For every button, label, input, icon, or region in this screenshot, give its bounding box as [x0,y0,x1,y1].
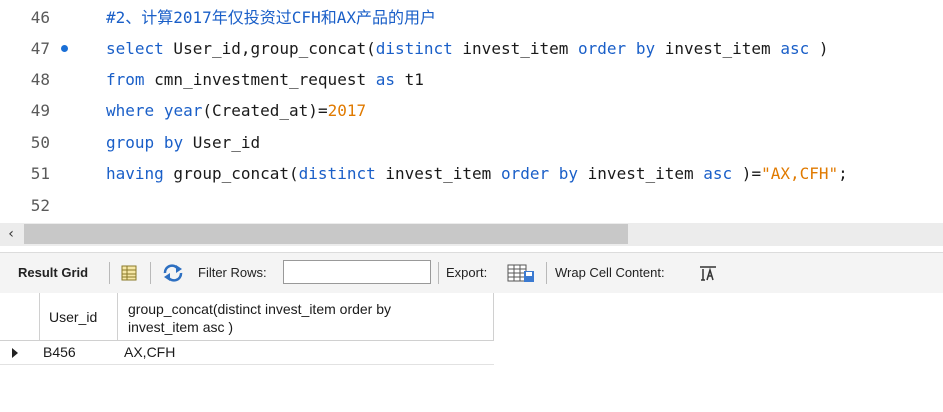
refresh-icon[interactable] [162,264,184,282]
scrollbar-thumb[interactable] [24,224,628,244]
editor-line[interactable]: 48 from cmn_investment_request as t1 [0,65,943,95]
keyword: by [163,133,184,152]
line-number: 49 [30,101,50,120]
column-header-label: group_concat(distinct invest_item order … [128,301,392,335]
cell-group-concat[interactable]: AX,CFH [124,344,175,360]
cell-user-id[interactable]: B456 [43,344,76,360]
wrap-cell-content-label: Wrap Cell Content: [555,265,665,280]
row-selector-header[interactable] [0,293,40,341]
code-text: having group_concat(distinct invest_item… [106,159,848,189]
filter-rows-label: Filter Rows: [198,265,267,280]
keyword: asc [780,39,810,58]
editor-line[interactable]: 52 [0,191,943,221]
column-header-user-id[interactable]: User_id [40,293,118,341]
code-token: invest_item [578,164,704,183]
code-text: where year(Created_at)=2017 [106,96,366,126]
scroll-left-icon[interactable]: ‹ [0,223,22,246]
keyword: by [635,39,656,58]
number-literal: 2017 [327,101,367,120]
horizontal-scrollbar[interactable]: ‹ [0,223,943,246]
keyword: year [163,101,203,120]
editor-line[interactable]: 49 where year(Created_at)=2017 [0,96,943,126]
keyword: distinct [375,39,453,58]
code-token: ) [809,39,829,58]
code-token: group_concat( [163,164,299,183]
toolbar-divider [438,262,439,284]
keyword: select [106,39,164,58]
keyword: group [106,133,155,152]
line-number: 48 [30,70,50,89]
column-header-group-concat[interactable]: group_concat(distinct invest_item order … [118,293,494,341]
keyword: distinct [298,164,376,183]
toolbar-divider [150,262,151,284]
line-number: 50 [30,133,50,152]
code-token: User_id [183,133,261,152]
code-text: group by User_id [106,128,260,158]
table-row[interactable]: B456 AX,CFH [0,341,494,365]
code-token: ; [838,164,848,183]
breakpoint-marker-icon[interactable] [61,45,68,52]
code-text: select User_id,group_concat(distinct inv… [106,34,829,64]
code-token: (Created_at)= [202,101,328,120]
keyword: where [106,101,155,120]
code-token: cmn_investment_request [144,70,376,89]
editor-line[interactable]: 46 #2、计算2017年仅投资过CFH和AX产品的用户 [0,3,943,33]
form-editor-icon[interactable] [121,265,137,281]
code-comment: #2、计算2017年仅投资过CFH和AX产品的用户 [106,8,436,27]
line-number: 51 [30,164,50,183]
code-token: )= [732,164,762,183]
keyword: order [578,39,627,58]
editor-line[interactable]: 51 having group_concat(distinct invest_i… [0,159,943,189]
code-token: t1 [394,70,424,89]
keyword: as [375,70,395,89]
editor-line[interactable]: 47 select User_id,group_concat(distinct … [0,34,943,64]
wrap-text-icon[interactable] [699,266,717,281]
line-number: 47 [30,39,50,58]
column-header-label: User_id [49,309,98,325]
sql-editor[interactable]: 46 #2、计算2017年仅投资过CFH和AX产品的用户 47 select U… [0,0,943,222]
export-icon[interactable] [507,263,535,283]
code-token: invest_item [452,39,579,58]
keyword: from [106,70,145,89]
result-grid-tab[interactable]: Result Grid [18,253,88,293]
export-label: Export: [446,265,488,280]
string-literal: "AX,CFH" [761,164,839,183]
toolbar-divider [546,262,547,284]
toolbar-divider [109,262,110,284]
code-token: invest_item [375,164,501,183]
filter-rows-input[interactable] [283,260,431,284]
editor-line[interactable]: 50 group by User_id [0,128,943,158]
result-toolbar: Result Grid Filter Rows: Export: Wrap Ce… [0,252,943,294]
line-number: 46 [30,8,50,27]
keyword: order [500,164,550,183]
result-grid: User_id group_concat(distinct invest_ite… [0,293,943,412]
code-text: from cmn_investment_request as t1 [106,65,424,95]
current-row-pointer-icon [12,348,18,358]
keyword: by [558,164,579,183]
keyword: asc [703,164,733,183]
keyword: having [106,164,164,183]
code-token: invest_item [655,39,781,58]
line-number: 52 [30,196,50,215]
code-token: User_id,group_concat( [163,39,376,58]
